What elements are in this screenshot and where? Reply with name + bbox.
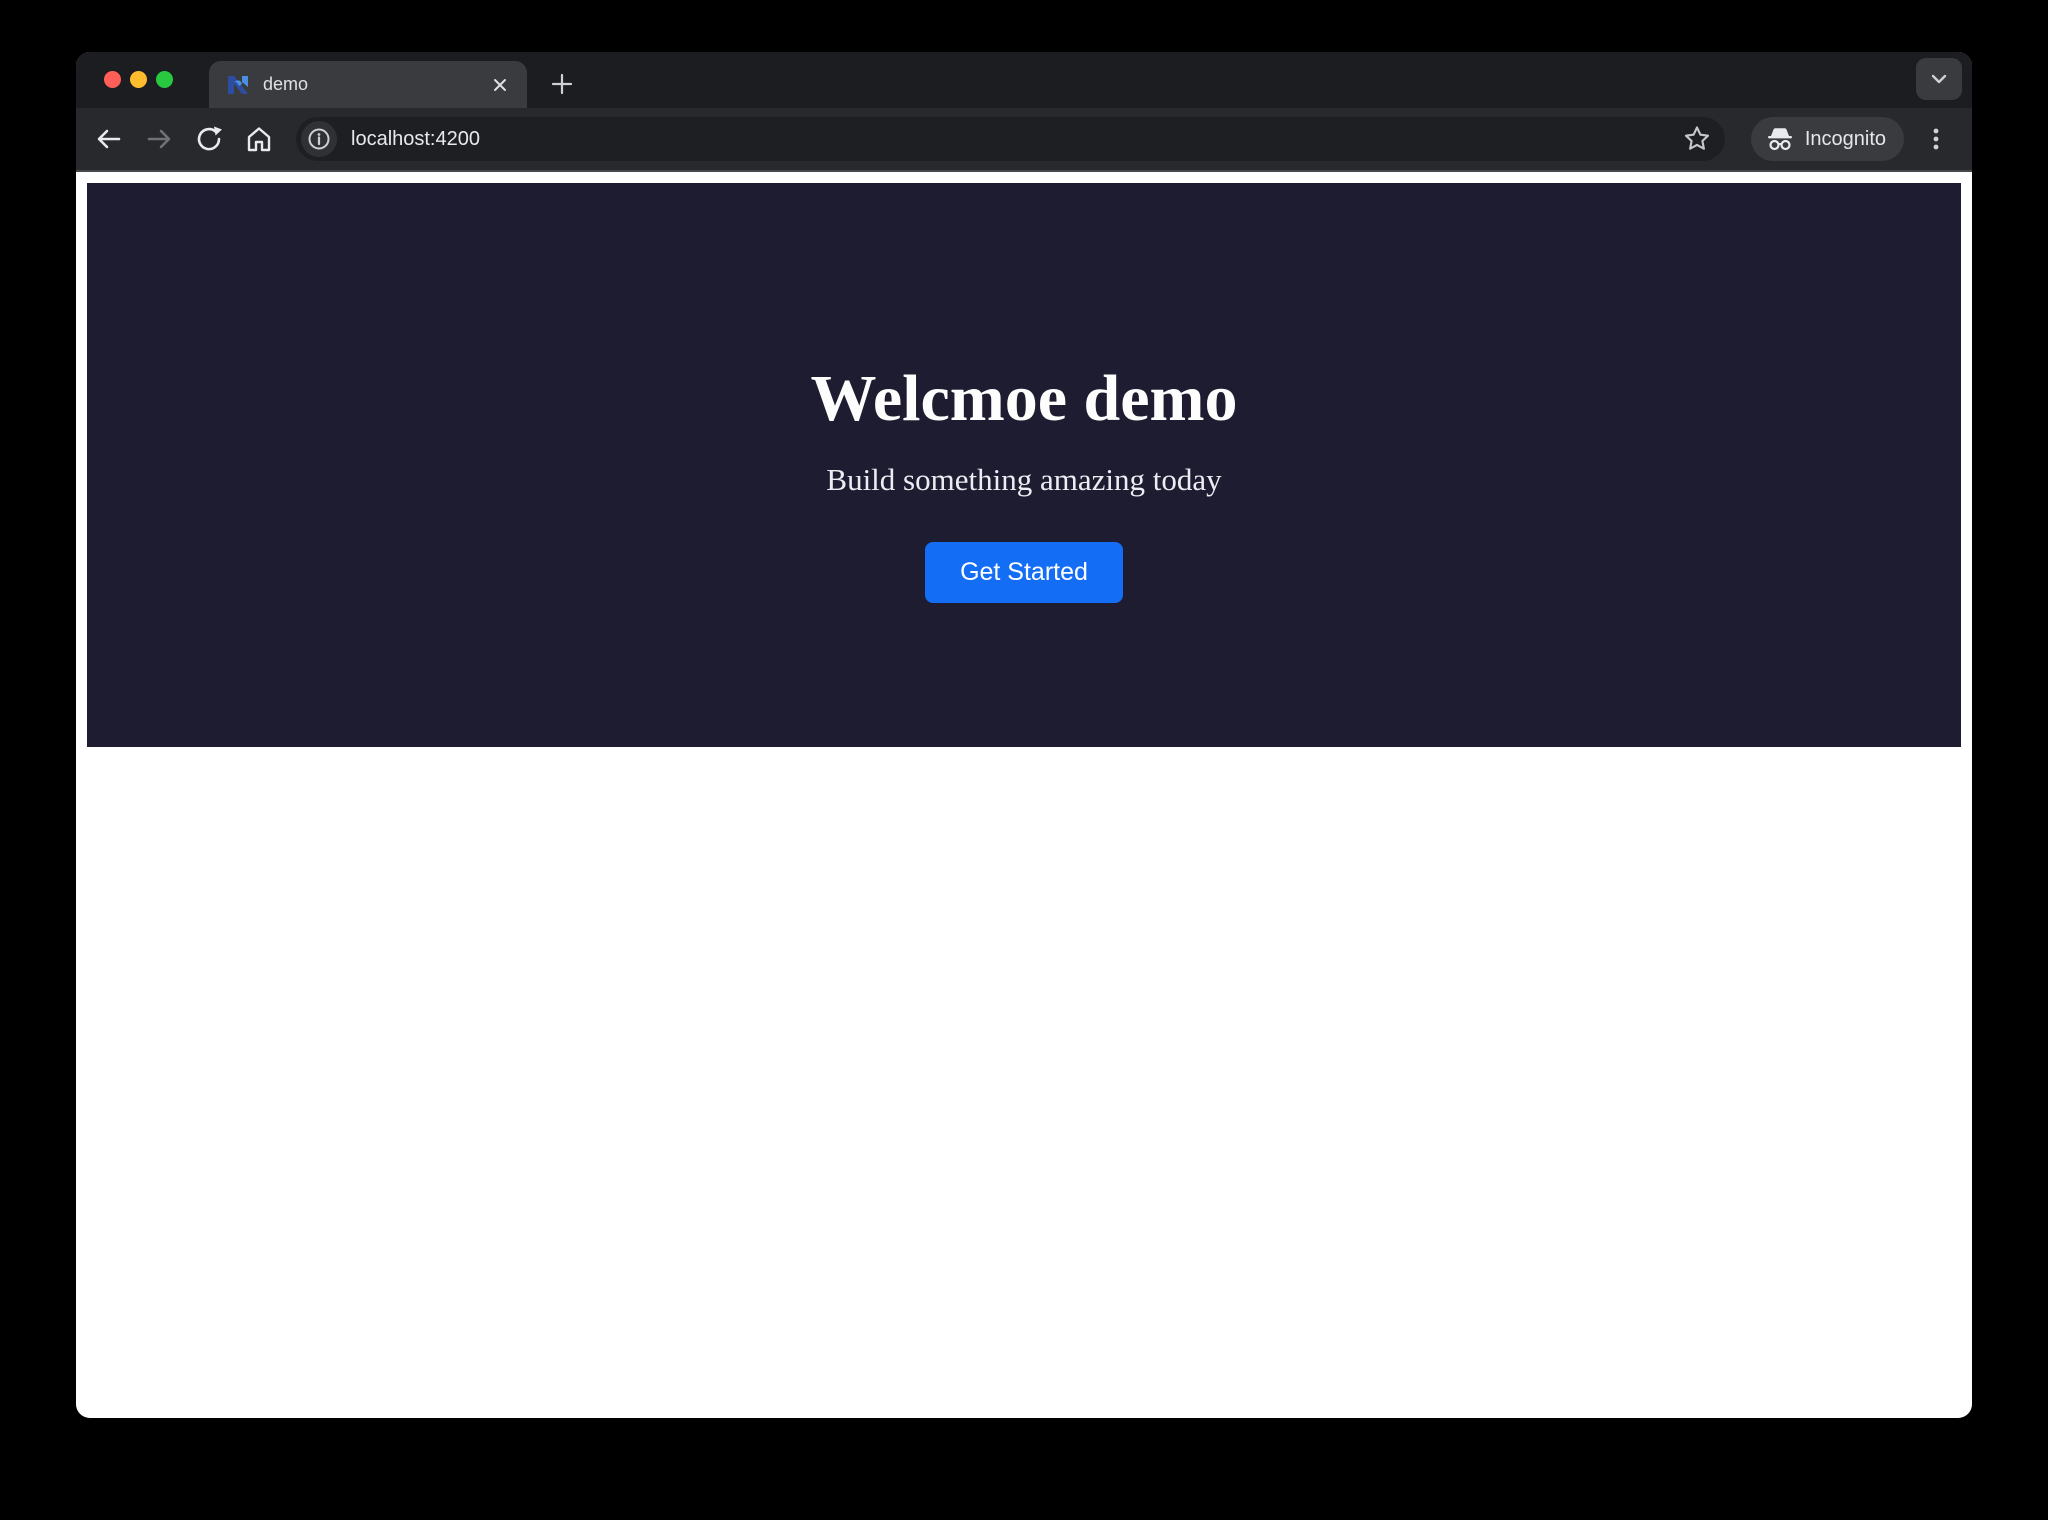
url-text[interactable]: localhost:4200 [351, 128, 1677, 151]
incognito-badge[interactable]: Incognito [1751, 117, 1904, 161]
hero-subtitle: Build something amazing today [826, 462, 1221, 498]
close-window-button[interactable] [104, 71, 121, 88]
page-content: Welcmoe demo Build something amazing tod… [76, 172, 1972, 1418]
forward-button[interactable] [136, 116, 182, 162]
browser-window: demo [76, 52, 1972, 1418]
tab-search-chevron-button[interactable] [1916, 58, 1962, 100]
home-button[interactable] [236, 116, 282, 162]
site-info-icon[interactable] [301, 121, 337, 157]
hero-title: Welcmoe demo [810, 359, 1237, 438]
new-tab-button[interactable] [542, 64, 582, 104]
minimize-window-button[interactable] [130, 71, 147, 88]
tab-title: demo [263, 74, 487, 95]
browser-tab-demo[interactable]: demo [209, 61, 527, 108]
hero-section: Welcmoe demo Build something amazing tod… [87, 183, 1961, 747]
zoom-window-button[interactable] [156, 71, 173, 88]
tab-strip: demo [76, 52, 1972, 108]
browser-toolbar: localhost:4200 Incognito [76, 108, 1972, 172]
browser-menu-icon[interactable] [1914, 117, 1958, 161]
get-started-button[interactable]: Get Started [925, 542, 1123, 603]
reload-button[interactable] [186, 116, 232, 162]
bookmark-star-icon[interactable] [1677, 119, 1717, 159]
incognito-icon [1765, 124, 1795, 154]
tab-close-icon[interactable] [487, 72, 513, 98]
address-bar[interactable]: localhost:4200 [296, 117, 1725, 161]
back-button[interactable] [86, 116, 132, 162]
incognito-label: Incognito [1805, 128, 1886, 151]
nx-logo-icon [225, 72, 251, 98]
window-controls [104, 71, 173, 88]
